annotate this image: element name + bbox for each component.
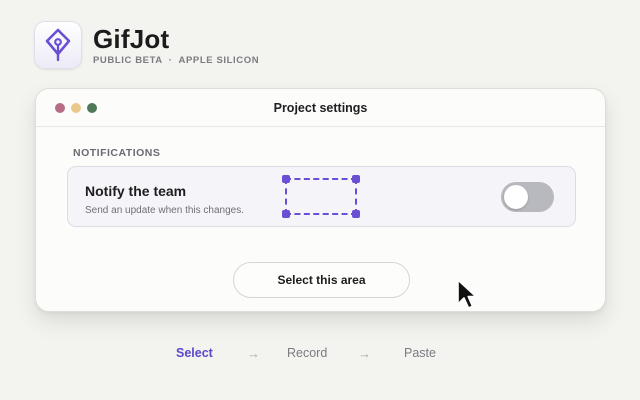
tagline-platform: APPLE SILICON xyxy=(178,55,260,66)
pen-nib-icon xyxy=(34,21,82,69)
window-titlebar[interactable]: Project settings xyxy=(36,89,605,127)
resize-handle-bottom-right[interactable] xyxy=(352,210,360,218)
brand-header: GifJot PUBLIC BETA · APPLE SILICON xyxy=(34,21,259,69)
minimize-window-button[interactable] xyxy=(71,103,81,113)
zoom-window-button[interactable] xyxy=(87,103,97,113)
arrow-right-icon: → xyxy=(247,346,260,361)
step-select: Select xyxy=(176,346,213,360)
workflow-steps: Select → Record → Paste xyxy=(0,346,640,362)
resize-handle-bottom-left[interactable] xyxy=(282,210,290,218)
settings-window: Project settings NOTIFICATIONS Notify th… xyxy=(35,88,606,312)
close-window-button[interactable] xyxy=(55,103,65,113)
tagline-beta: PUBLIC BETA xyxy=(93,55,163,66)
traffic-lights xyxy=(55,103,97,113)
select-area-button[interactable]: Select this area xyxy=(233,262,410,298)
app-name: GifJot xyxy=(93,24,170,54)
resize-handle-top-right[interactable] xyxy=(352,175,360,183)
selection-marquee[interactable] xyxy=(282,175,360,218)
mouse-pointer-icon xyxy=(457,279,477,309)
setting-description: Send an update when this changes. xyxy=(85,205,245,216)
resize-handle-top-left[interactable] xyxy=(282,175,290,183)
arrow-right-icon: → xyxy=(358,346,371,361)
window-title: Project settings xyxy=(273,100,368,115)
tagline-separator: · xyxy=(168,55,173,66)
section-label-notifications: NOTIFICATIONS xyxy=(73,147,161,159)
toggle-knob xyxy=(504,185,528,209)
step-record: Record xyxy=(287,346,328,360)
setting-title: Notify the team xyxy=(85,183,187,199)
app-tagline: PUBLIC BETA · APPLE SILICON xyxy=(93,55,259,66)
notify-team-toggle[interactable] xyxy=(501,182,554,212)
step-paste: Paste xyxy=(404,346,436,360)
